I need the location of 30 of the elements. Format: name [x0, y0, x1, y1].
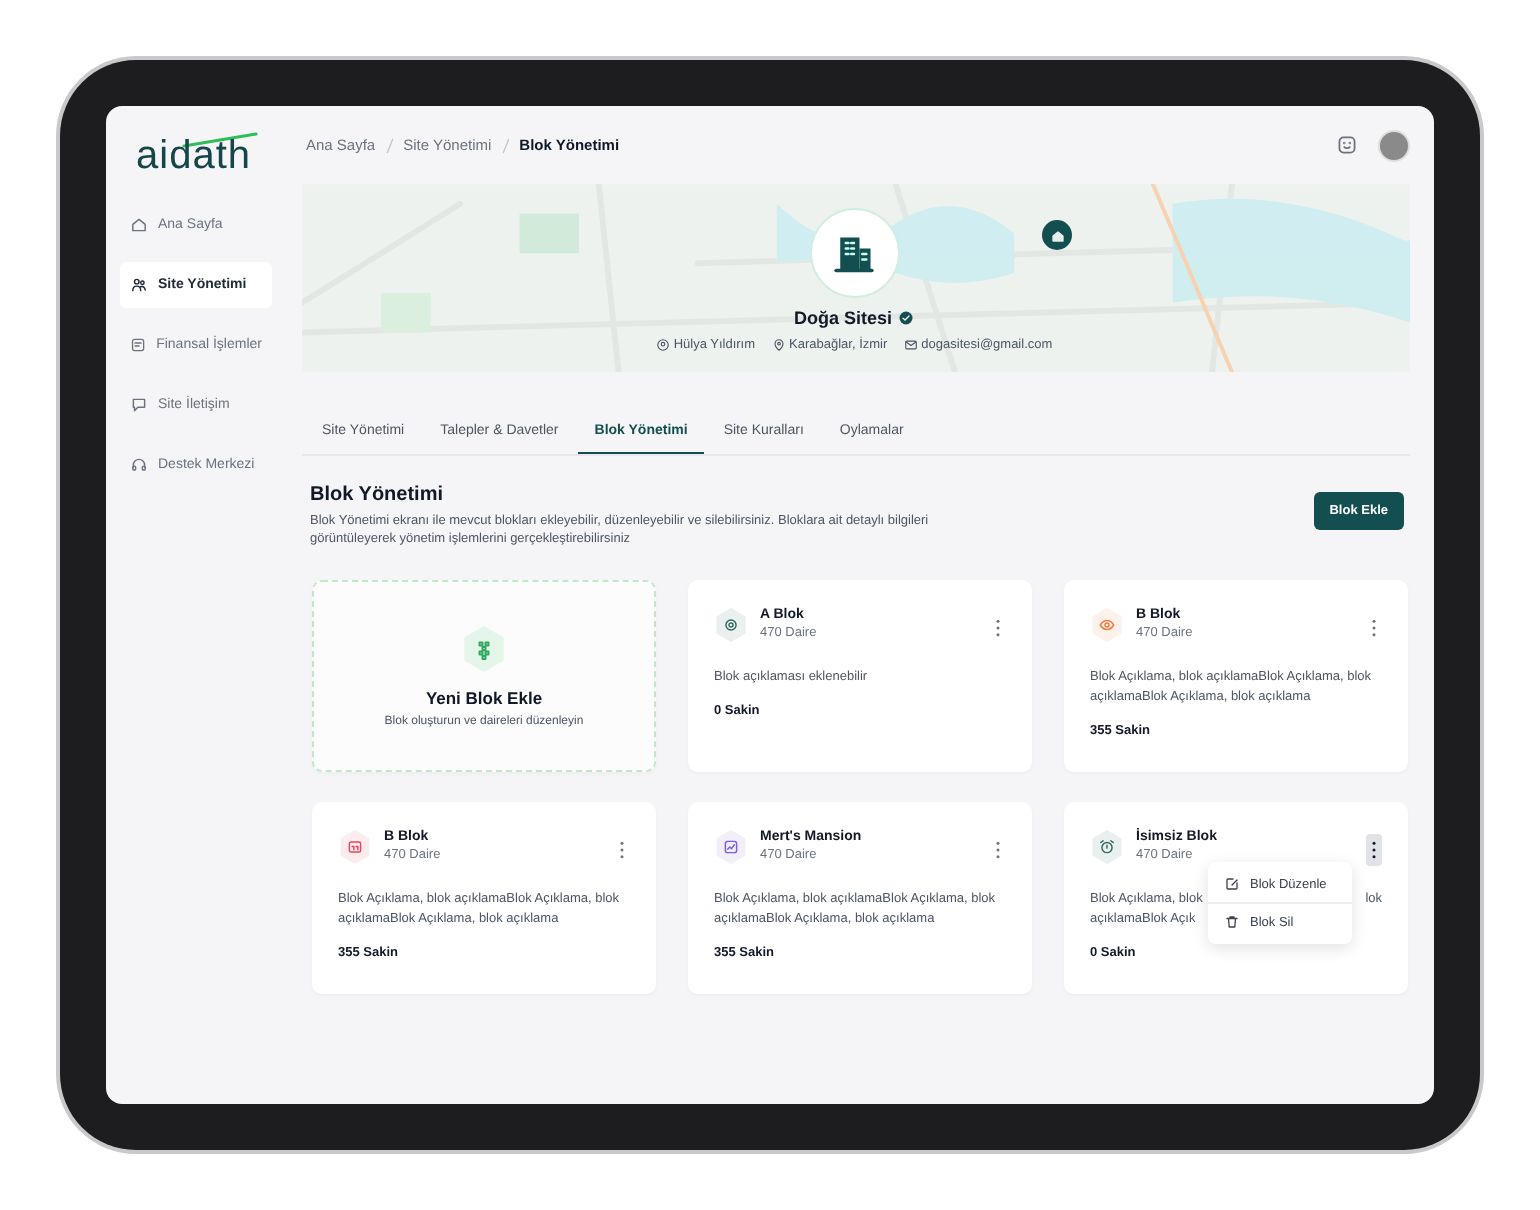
mail-icon — [903, 338, 918, 352]
people-icon — [130, 276, 148, 294]
house-icon — [1049, 227, 1065, 243]
headset-icon — [130, 456, 148, 474]
slash-icon — [501, 137, 510, 153]
trash-icon — [1224, 914, 1240, 930]
alarm-icon — [1098, 838, 1116, 856]
more-options-button[interactable] — [1366, 834, 1382, 866]
gear-icon — [722, 616, 740, 634]
section-title: Blok Yönetimi — [310, 484, 445, 506]
chat-icon — [130, 396, 148, 414]
vertical-dots-icon — [1370, 618, 1378, 638]
vertical-dots-icon — [1370, 840, 1378, 860]
smiley-icon[interactable] — [1336, 134, 1358, 156]
logo: aidath — [136, 130, 256, 174]
calendar-icon — [346, 838, 364, 856]
eye-icon — [1098, 616, 1116, 634]
user-icon — [655, 338, 670, 352]
slash-icon — [385, 137, 394, 153]
location-pin-icon — [771, 338, 786, 352]
home-icon — [130, 216, 148, 234]
vertical-dots-icon — [618, 840, 626, 860]
vertical-dots-icon — [994, 618, 1002, 638]
chart-icon — [722, 838, 740, 856]
vertical-dots-icon — [994, 840, 1002, 860]
edit-icon — [1224, 876, 1240, 892]
site-name: Doğa Sitesi — [793, 308, 892, 328]
new-block-title: Yeni Blok Ekle — [425, 688, 543, 708]
avatar[interactable] — [1378, 129, 1410, 161]
document-icon — [130, 336, 147, 354]
